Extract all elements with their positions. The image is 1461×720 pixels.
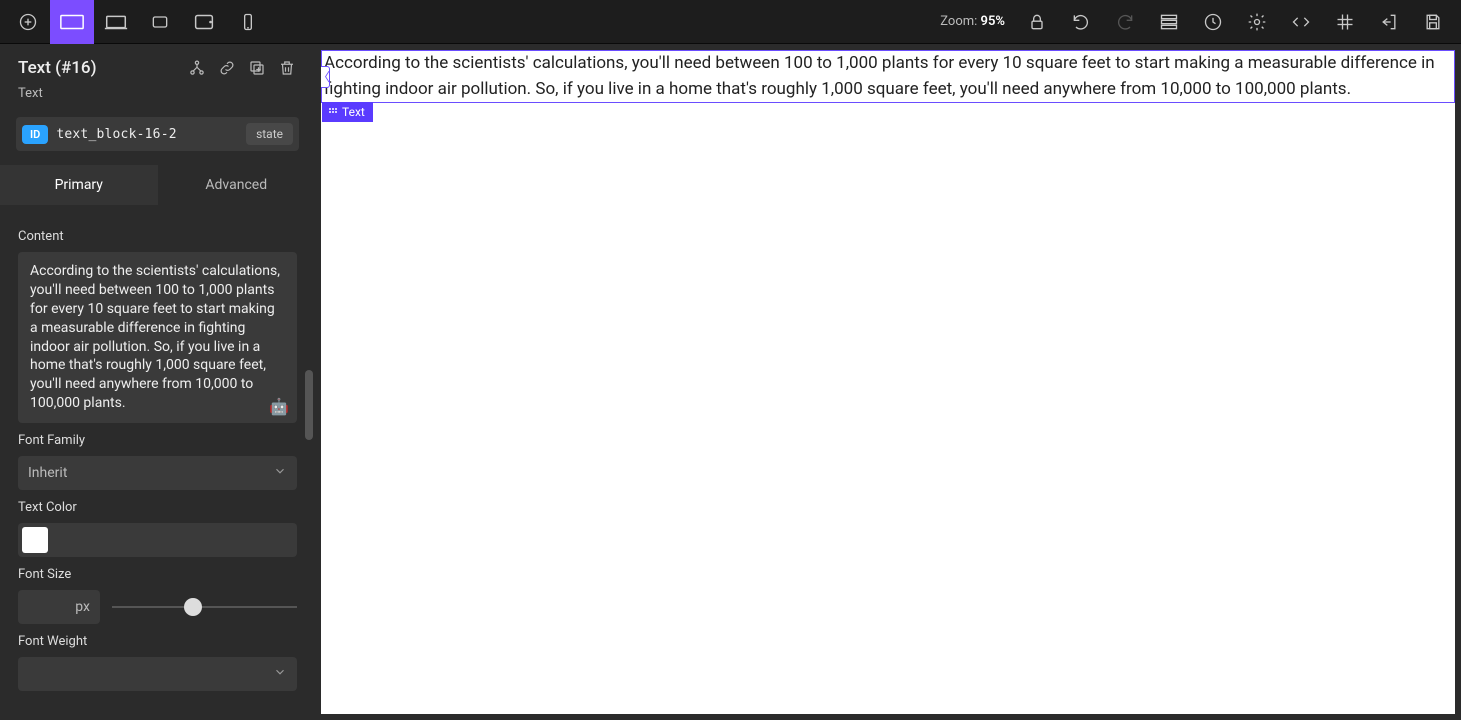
tab-primary[interactable]: Primary [0, 165, 158, 205]
font-size-slider[interactable] [112, 597, 297, 617]
font-size-label: Font Size [18, 567, 297, 582]
drag-grip-icon [328, 107, 338, 117]
state-button[interactable]: state [246, 123, 293, 145]
viewport-tablet-landscape-button[interactable] [138, 0, 182, 44]
viewport-mobile-button[interactable] [226, 0, 270, 44]
lock-button[interactable] [1015, 0, 1059, 44]
font-family-value: Inherit [28, 465, 67, 481]
tab-advanced[interactable]: Advanced [158, 165, 316, 205]
delete-icon[interactable] [277, 58, 297, 78]
zoom-label: Zoom: [940, 14, 977, 29]
element-id-value: text_block-16-2 [56, 127, 238, 142]
font-family-select[interactable]: Inherit [18, 456, 297, 490]
canvas[interactable]: According to the scientists' calculation… [321, 50, 1455, 714]
zoom-value: 95% [981, 14, 1005, 29]
color-swatch [22, 527, 48, 553]
dynamic-data-icon[interactable]: 🤖 [269, 396, 289, 418]
viewport-desktop-button[interactable] [50, 0, 94, 44]
zoom-indicator: Zoom: 95% [940, 14, 1005, 29]
font-family-label: Font Family [18, 433, 297, 448]
font-size-unit: px [75, 599, 90, 615]
slider-thumb[interactable] [184, 598, 202, 616]
font-size-input[interactable]: px [18, 590, 100, 624]
font-weight-select[interactable] [18, 657, 297, 691]
save-button[interactable] [1411, 0, 1455, 44]
content-textarea[interactable]: According to the scientists' calculation… [18, 252, 297, 423]
resize-handle-left[interactable]: 〈 [321, 66, 330, 88]
tree-icon[interactable] [187, 58, 207, 78]
viewport-laptop-button[interactable] [94, 0, 138, 44]
canvas-area: According to the scientists' calculation… [315, 44, 1461, 720]
text-color-picker[interactable] [18, 523, 297, 557]
code-button[interactable] [1279, 0, 1323, 44]
selection-type: Text [0, 86, 315, 111]
id-badge: ID [22, 125, 48, 144]
add-element-button[interactable] [6, 0, 50, 44]
content-text: According to the scientists' calculation… [30, 263, 280, 411]
selection-title: Text (#16) [18, 58, 187, 78]
scrollbar-thumb[interactable] [305, 370, 313, 440]
selected-element-outline: According to the scientists' calculation… [321, 50, 1455, 103]
structure-panel-button[interactable] [1147, 0, 1191, 44]
property-tabs: Primary Advanced [0, 165, 315, 205]
element-id-row[interactable]: ID text_block-16-2 state [16, 117, 299, 151]
chevron-down-icon [273, 665, 287, 683]
chevron-down-icon [273, 464, 287, 482]
selection-tag-label: Text [342, 105, 365, 119]
exit-button[interactable] [1367, 0, 1411, 44]
text-color-label: Text Color [18, 500, 297, 515]
content-label: Content [18, 229, 297, 244]
duplicate-icon[interactable] [247, 58, 267, 78]
selection-tag[interactable]: Text [322, 102, 373, 122]
viewport-tablet-button[interactable] [182, 0, 226, 44]
sidebar-scrollbar[interactable] [303, 370, 315, 720]
top-toolbar: Zoom: 95% [0, 0, 1461, 44]
properties-sidebar: Text (#16) Text ID text_block-16-2 state… [0, 44, 315, 720]
text-block[interactable]: According to the scientists' calculation… [322, 51, 1454, 102]
link-icon[interactable] [217, 58, 237, 78]
font-weight-label: Font Weight [18, 634, 297, 649]
redo-button[interactable] [1103, 0, 1147, 44]
settings-button[interactable] [1235, 0, 1279, 44]
undo-button[interactable] [1059, 0, 1103, 44]
grid-button[interactable] [1323, 0, 1367, 44]
history-button[interactable] [1191, 0, 1235, 44]
